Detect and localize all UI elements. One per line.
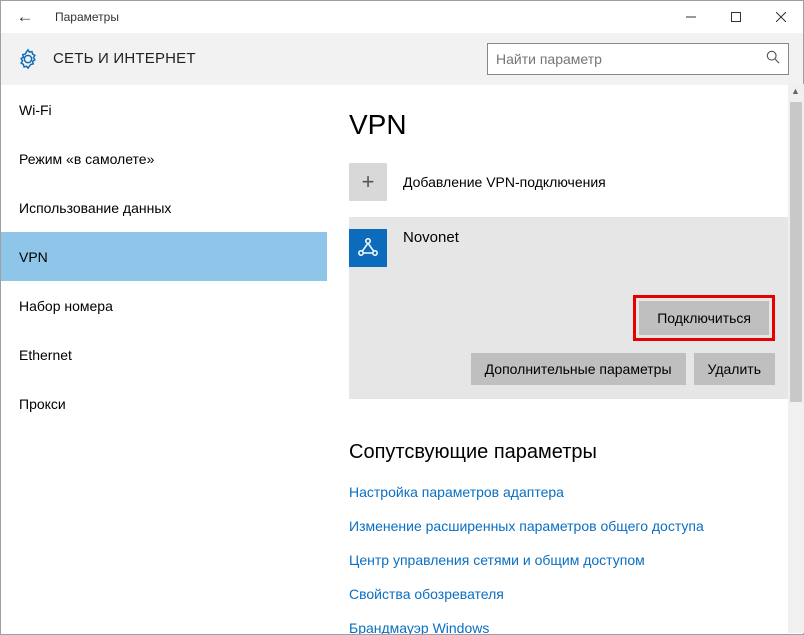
sidebar-item-dialup[interactable]: Набор номера (1, 281, 327, 330)
link-windows-firewall[interactable]: Брандмауэр Windows (349, 620, 803, 634)
back-button[interactable]: ← (1, 1, 49, 33)
window-controls (668, 1, 803, 33)
sidebar-item-proxy[interactable]: Прокси (1, 379, 327, 428)
link-advanced-sharing[interactable]: Изменение расширенных параметров общего … (349, 518, 803, 534)
sidebar-item-label: Использование данных (19, 200, 171, 216)
window-title: Параметры (49, 10, 119, 24)
maximize-button[interactable] (713, 1, 758, 33)
scrollbar[interactable] (788, 84, 804, 633)
add-vpn-button[interactable]: + Добавление VPN-подключения (349, 163, 803, 201)
sidebar-item-label: Wi-Fi (19, 102, 52, 118)
maximize-icon (731, 12, 741, 22)
content: VPN + Добавление VPN-подключения Novonet… (327, 85, 803, 634)
sidebar-item-label: Режим «в самолете» (19, 151, 154, 167)
vpn-network-icon (349, 229, 387, 267)
titlebar: ← Параметры (1, 1, 803, 33)
close-icon (776, 12, 786, 22)
related-heading: Сопутсвующие параметры (349, 441, 803, 464)
sidebar-item-vpn[interactable]: VPN (1, 232, 327, 281)
add-vpn-label: Добавление VPN-подключения (387, 174, 606, 190)
body: Wi-Fi Режим «в самолете» Использование д… (1, 85, 803, 634)
sidebar-item-label: Прокси (19, 396, 66, 412)
highlight-annotation: Подключиться (633, 295, 775, 341)
plus-icon: + (349, 163, 387, 201)
vpn-connection-item[interactable]: Novonet Подключиться Дополнительные пара… (349, 217, 789, 399)
search-box[interactable] (487, 43, 789, 75)
sidebar-item-label: VPN (19, 249, 48, 265)
sidebar-item-ethernet[interactable]: Ethernet (1, 330, 327, 379)
section-title: СЕТЬ И ИНТЕРНЕТ (53, 50, 196, 67)
scrollbar-thumb[interactable] (790, 102, 802, 402)
sidebar-item-label: Набор номера (19, 298, 113, 314)
minimize-button[interactable] (668, 1, 713, 33)
header: СЕТЬ И ИНТЕРНЕТ (1, 33, 803, 85)
link-network-center[interactable]: Центр управления сетями и общим доступом (349, 552, 803, 568)
link-internet-options[interactable]: Свойства обозревателя (349, 586, 803, 602)
sidebar: Wi-Fi Режим «в самолете» Использование д… (1, 85, 327, 634)
search-input[interactable] (496, 51, 766, 67)
sidebar-item-label: Ethernet (19, 347, 72, 363)
link-adapter-settings[interactable]: Настройка параметров адаптера (349, 484, 803, 500)
sidebar-item-data-usage[interactable]: Использование данных (1, 183, 327, 232)
sidebar-item-wifi[interactable]: Wi-Fi (1, 85, 327, 134)
vpn-connection-name: Novonet (387, 229, 459, 246)
minimize-icon (686, 12, 696, 22)
connect-button[interactable]: Подключиться (639, 301, 769, 335)
search-icon (766, 50, 780, 67)
gear-icon (17, 48, 39, 70)
sidebar-item-airplane[interactable]: Режим «в самолете» (1, 134, 327, 183)
page-heading: VPN (349, 109, 803, 141)
advanced-options-button[interactable]: Дополнительные параметры (471, 353, 686, 385)
delete-button[interactable]: Удалить (694, 353, 775, 385)
close-button[interactable] (758, 1, 803, 33)
related-settings: Сопутсвующие параметры Настройка парамет… (349, 441, 803, 634)
